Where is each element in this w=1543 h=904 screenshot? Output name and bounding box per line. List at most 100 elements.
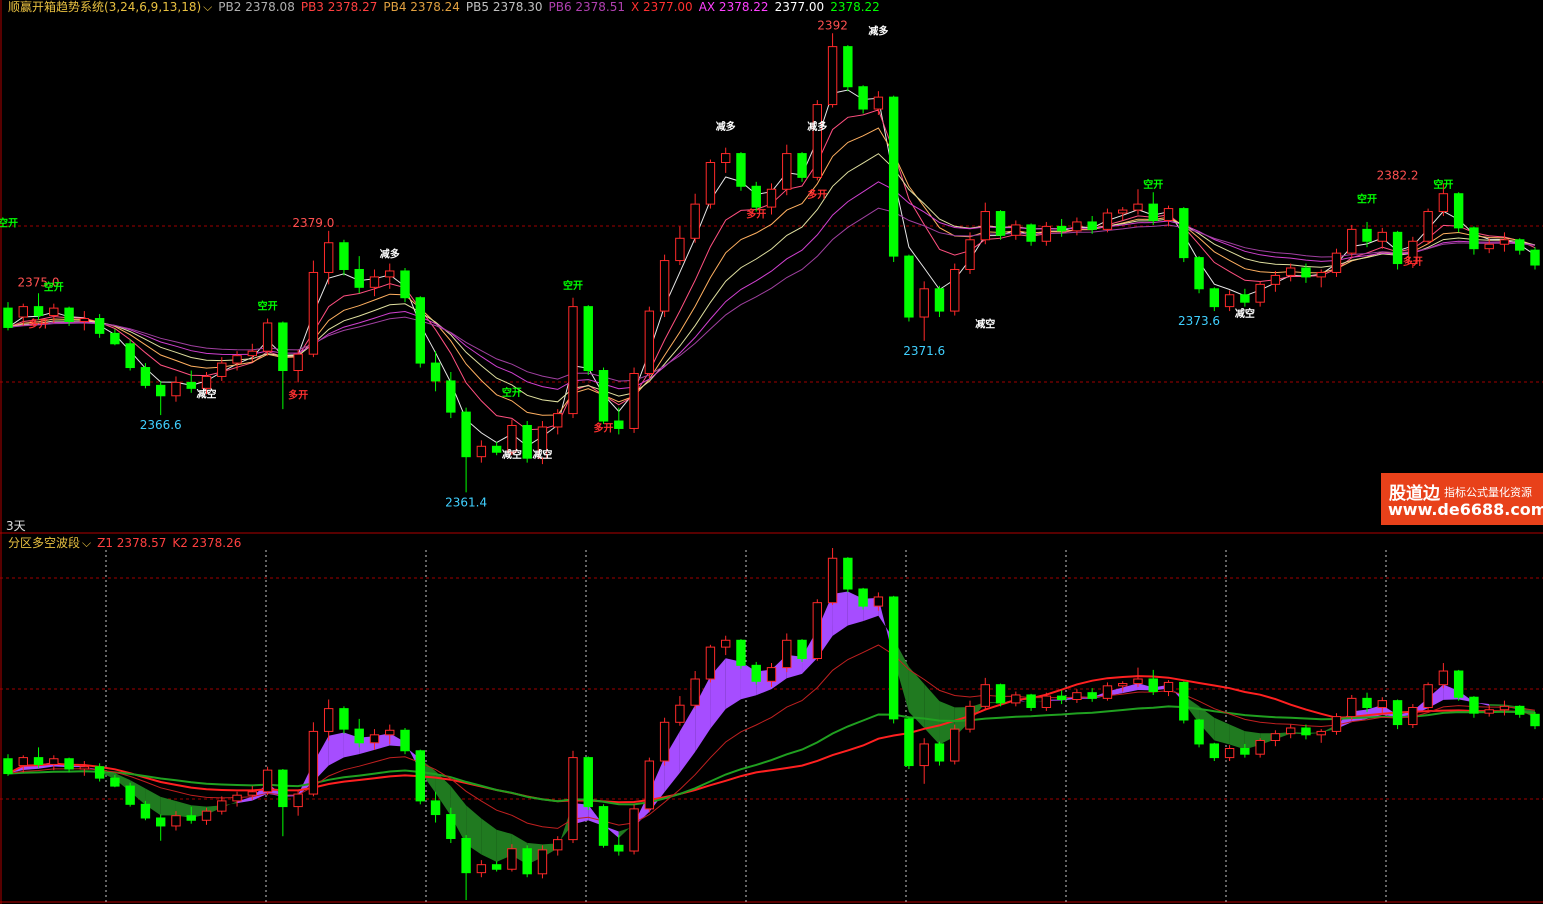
top-body [293, 353, 303, 372]
bottom-body [18, 757, 28, 767]
top-candle [308, 260, 319, 358]
top-candle [751, 181, 761, 212]
bottom-body [1285, 727, 1296, 735]
bottom-body [262, 769, 273, 793]
bottom-candle [1347, 694, 1357, 721]
bottom-body [1163, 681, 1174, 693]
bottom-candle [1255, 738, 1265, 758]
top-body [782, 153, 792, 190]
top-body [1347, 228, 1357, 254]
indicator-params: (3,24,6,9,13,18) [104, 0, 202, 14]
top-candle [614, 407, 624, 435]
band-segment [160, 796, 176, 816]
bottom-candle [400, 727, 410, 755]
top-body [1072, 221, 1082, 232]
bottom-body [1331, 716, 1342, 732]
bottom-body [461, 837, 471, 874]
indicator-value: X 2377.00 [631, 0, 693, 14]
chart-stage[interactable]: 2392 2379.0 2375.0 2382.2 2366.6 2361.4 2371.6… [0, 0, 1543, 904]
bottom-body [1072, 692, 1082, 701]
top-candle [1011, 220, 1021, 240]
bottom-body [766, 667, 777, 682]
bottom-candle [1194, 718, 1204, 748]
top-body [1255, 283, 1265, 303]
bottom-body [629, 808, 639, 852]
bottom-candle [843, 557, 853, 593]
top-body [1270, 274, 1281, 285]
top-candle [415, 296, 425, 368]
bottom-candle [1209, 742, 1220, 762]
top-body [1102, 212, 1113, 230]
bottom-candle [1316, 729, 1326, 743]
bottom-body [491, 864, 502, 870]
top-candle [140, 363, 151, 389]
bottom-candle [644, 757, 655, 813]
top-candle [49, 303, 59, 323]
signal-label: 减空 [532, 448, 552, 461]
top-candle [858, 85, 868, 114]
bottom-body [1423, 684, 1433, 708]
bottom-body [919, 743, 929, 767]
bottom-candle [461, 835, 471, 900]
top-body [1530, 249, 1540, 266]
top-candle [323, 230, 334, 285]
bottom-candle [476, 860, 487, 878]
indicator-value: 2377.00 [774, 0, 825, 14]
bottom-body [293, 793, 303, 808]
bottom-candle [308, 722, 319, 797]
top-body [812, 104, 823, 178]
top-body [1148, 203, 1158, 221]
signal-label: 减多 [807, 120, 827, 133]
signal-label: 多开 [288, 389, 308, 402]
bottom-body [1102, 685, 1113, 699]
grid-layer [0, 0, 1543, 904]
signal-label: 空开 [502, 386, 522, 399]
bottom-candle [64, 757, 74, 773]
indicator-name-bottom[interactable]: 分区多空波段 [8, 536, 80, 550]
indicator-name[interactable]: 顺赢开箱趋势系统 [8, 0, 104, 14]
top-body [33, 306, 44, 317]
bottom-candle [1163, 680, 1174, 697]
bottom-body [1515, 705, 1525, 715]
bottom-candle [1453, 669, 1464, 701]
bottom-candle [507, 844, 517, 872]
top-body [247, 350, 258, 357]
bottom-body [553, 839, 563, 851]
bottom-body [232, 794, 242, 802]
top-body [461, 411, 471, 458]
bottom-body [1408, 706, 1418, 726]
top-candle [1316, 269, 1326, 288]
bottom-candle [125, 782, 135, 807]
bottom-body [1499, 705, 1510, 711]
top-body [1377, 231, 1387, 242]
bottom-candle [1301, 724, 1311, 740]
bottom-candle [156, 814, 166, 841]
bottom-body [797, 639, 807, 659]
top-candle [950, 263, 960, 316]
bottom-body [720, 639, 731, 648]
bottom-body [522, 848, 532, 875]
bottom-body [598, 806, 609, 846]
top-candle [888, 95, 899, 263]
signal-label: 减多 [868, 25, 888, 38]
top-body [354, 268, 364, 288]
bottom-candle [598, 804, 609, 848]
top-body [950, 268, 960, 312]
top-body [430, 362, 441, 382]
top-body [1453, 193, 1464, 229]
top-candle [171, 376, 181, 402]
bottom-body [965, 705, 975, 730]
signal-label: 空开 [1357, 193, 1377, 206]
signal-label: 减多 [380, 248, 400, 261]
top-candle [629, 367, 639, 433]
price-label: 2366.6 [140, 418, 182, 432]
chevron-down-icon[interactable]: ⌵ [82, 536, 91, 550]
chevron-down-icon[interactable]: ⌵ [203, 0, 212, 14]
top-body [507, 424, 517, 453]
bottom-candle [1285, 724, 1296, 739]
top-body [369, 276, 380, 288]
top-candle [1285, 263, 1296, 282]
candlestick-chart[interactable]: 23922379.02375.02382.22366.62361.42371.6… [0, 0, 1543, 904]
bottom-body [1362, 697, 1372, 708]
top-body [843, 46, 853, 88]
